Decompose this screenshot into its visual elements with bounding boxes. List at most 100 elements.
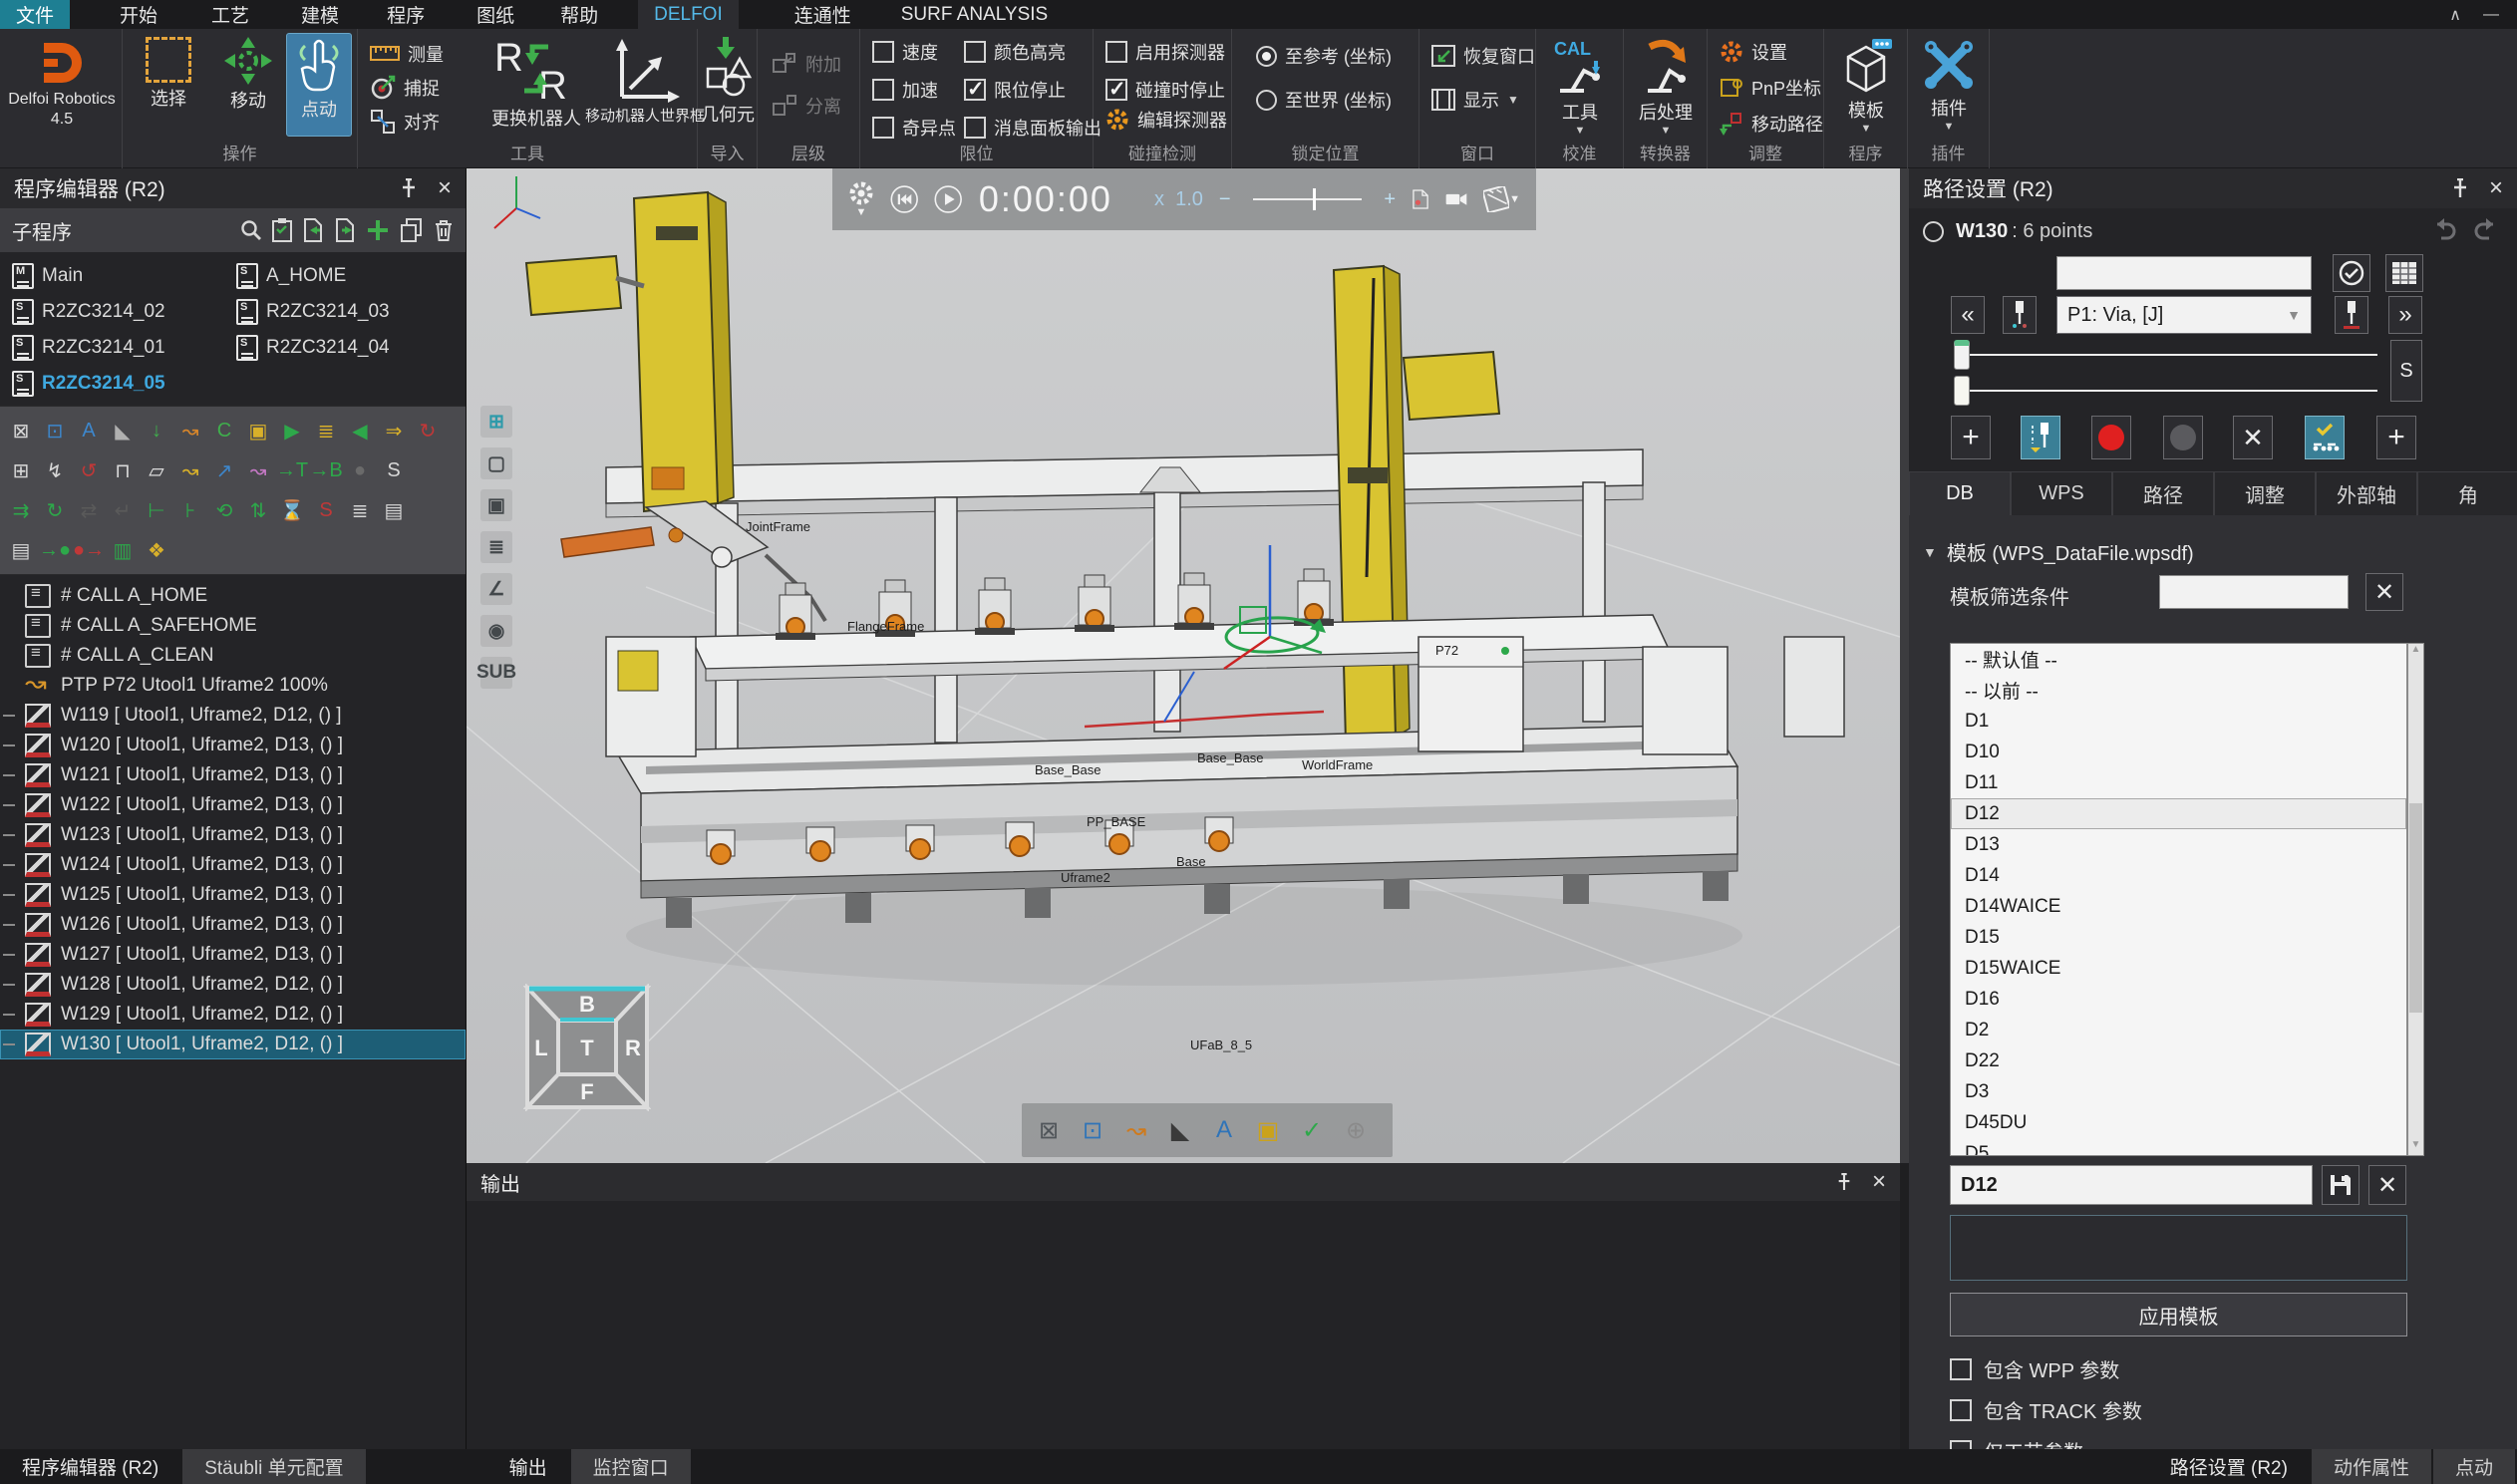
- playback-settings-button[interactable]: ▼: [848, 180, 874, 218]
- viewport-tool-icon[interactable]: ≣: [480, 531, 512, 563]
- template-description-box[interactable]: [1950, 1215, 2407, 1281]
- toolbar-icon[interactable]: ⊠: [6, 416, 36, 445]
- speed-slider-knob[interactable]: [1313, 188, 1316, 210]
- statement-row[interactable]: W125 [ Utool1, Uframe2, D13, () ]: [0, 880, 466, 910]
- add-point-after-button[interactable]: +: [2376, 416, 2416, 459]
- menu-item[interactable]: 文件: [0, 0, 70, 29]
- teach-point-button[interactable]: [2021, 416, 2060, 459]
- template-list-item[interactable]: D1: [1951, 706, 2406, 737]
- toolbar-icon[interactable]: ◀: [345, 416, 375, 445]
- viewport-tool-icon[interactable]: ▣: [480, 489, 512, 521]
- toolbar-icon[interactable]: ↗: [209, 455, 239, 485]
- toolbar-icon[interactable]: ▣: [243, 416, 273, 445]
- viewport-tool-icon[interactable]: ∠: [480, 573, 512, 605]
- subprogram-item[interactable]: S R2ZC3214_03: [228, 296, 453, 328]
- toolbar-icon[interactable]: ≣: [311, 416, 341, 445]
- viewport-action-icon[interactable]: ⊕: [1337, 1111, 1375, 1149]
- move-button[interactable]: 移动: [212, 33, 284, 113]
- toolbar-icon[interactable]: ⌛: [277, 495, 307, 525]
- pin-icon[interactable]: [2451, 178, 2469, 198]
- template-list-item[interactable]: D14WAICE: [1951, 891, 2406, 922]
- radio[interactable]: [1256, 46, 1277, 67]
- limit-checkbox-row[interactable]: 加速: [872, 75, 956, 105]
- template-list-item[interactable]: D45DU: [1951, 1107, 2406, 1138]
- menu-item[interactable]: 工艺: [195, 0, 265, 29]
- snap-button[interactable]: 捕捉: [370, 73, 440, 103]
- toolbar-icon[interactable]: →●: [40, 535, 70, 565]
- tab[interactable]: 调整: [2214, 471, 2316, 515]
- template-list-item[interactable]: D10: [1951, 737, 2406, 767]
- add-point-before-button[interactable]: +: [1951, 416, 1991, 459]
- close-icon[interactable]: ×: [1872, 1172, 1886, 1192]
- bottom-tab[interactable]: 程序编辑器 (R2): [0, 1449, 180, 1484]
- statement-row[interactable]: # CALL A_HOME: [0, 581, 466, 611]
- template-list-item[interactable]: D3: [1951, 1076, 2406, 1107]
- collision-checkbox-row[interactable]: 碰撞时停止: [1105, 75, 1225, 105]
- limit-checkbox-row[interactable]: 限位停止: [964, 75, 1101, 105]
- toolbar-icon[interactable]: ↯: [40, 455, 70, 485]
- viewport-action-icon[interactable]: ▣: [1249, 1111, 1287, 1149]
- close-icon[interactable]: ×: [2489, 178, 2503, 198]
- speed-decrease-icon[interactable]: −: [1219, 188, 1231, 211]
- template-option-row[interactable]: 包含 WPP 参数: [1950, 1354, 2142, 1383]
- move-path-button[interactable]: 移动路径: [1720, 109, 1823, 139]
- template-list-item[interactable]: D14: [1951, 860, 2406, 891]
- plugin-button[interactable]: 插件 ▼: [1917, 33, 1981, 131]
- menu-item[interactable]: 程序: [371, 0, 441, 29]
- template-list-item[interactable]: D15: [1951, 922, 2406, 953]
- toolbar-icon[interactable]: ↵: [108, 495, 138, 525]
- toolbar-icon[interactable]: →B: [311, 455, 341, 485]
- viewport-action-icon[interactable]: ⊠: [1030, 1111, 1068, 1149]
- view-cube[interactable]: B L T R F: [523, 984, 651, 1111]
- toolbar-icon[interactable]: ●→: [74, 535, 104, 565]
- align-button[interactable]: 对齐: [370, 107, 440, 137]
- tab[interactable]: 路径: [2112, 471, 2214, 515]
- template-option-row[interactable]: 包含 TRACK 参数: [1950, 1395, 2142, 1424]
- tab[interactable]: DB: [1909, 471, 2011, 515]
- statement-row[interactable]: W119 [ Utool1, Uframe2, D12, () ]: [0, 701, 466, 731]
- scroll-up-icon[interactable]: ▲: [2408, 644, 2423, 660]
- toolbar-icon[interactable]: ▶: [277, 416, 307, 445]
- scroll-down-icon[interactable]: ▼: [2408, 1139, 2423, 1155]
- toolbar-icon[interactable]: ⊢: [142, 495, 171, 525]
- toolbar-icon[interactable]: →T: [277, 455, 307, 485]
- toolbar-icon[interactable]: ↝: [175, 455, 205, 485]
- statement-row[interactable]: W129 [ Utool1, Uframe2, D12, () ]: [0, 1000, 466, 1030]
- toolbar-icon[interactable]: ↻: [40, 495, 70, 525]
- toolbar-icon[interactable]: C: [209, 416, 239, 445]
- toolbar-icon[interactable]: ↺: [74, 455, 104, 485]
- toolbar-icon[interactable]: ●: [345, 455, 375, 485]
- jump-to-point-button[interactable]: [2003, 296, 2037, 334]
- tab[interactable]: 外部轴: [2316, 471, 2417, 515]
- film-strip-button[interactable]: ▼: [1483, 186, 1520, 212]
- search-icon[interactable]: [240, 219, 262, 241]
- tab[interactable]: 角: [2417, 471, 2517, 515]
- toolbar-icon[interactable]: ⇅: [243, 495, 273, 525]
- restore-window-button[interactable]: 恢复窗口: [1431, 41, 1535, 71]
- checkbox[interactable]: [872, 79, 894, 101]
- toolbar-icon[interactable]: ▥: [108, 535, 138, 565]
- menu-item[interactable]: 连通性: [779, 0, 867, 29]
- template-button[interactable]: 模板 ▼: [1834, 33, 1898, 133]
- checkbox[interactable]: [872, 41, 894, 63]
- toolbar-icon[interactable]: S: [379, 455, 409, 485]
- statement-row[interactable]: W128 [ Utool1, Uframe2, D12, () ]: [0, 970, 466, 1000]
- settings-button[interactable]: 设置: [1720, 37, 1787, 67]
- lock-radio-row[interactable]: 至世界 (坐标): [1256, 85, 1392, 115]
- statement-row[interactable]: W123 [ Utool1, Uframe2, D13, () ]: [0, 820, 466, 850]
- template-list-item[interactable]: D5: [1951, 1138, 2406, 1156]
- toolbar-icon[interactable]: ▤: [6, 535, 36, 565]
- close-icon[interactable]: ×: [438, 178, 452, 198]
- undo-icon[interactable]: [2431, 216, 2457, 242]
- attach-button[interactable]: 附加: [772, 49, 841, 79]
- viewport-tool-icon[interactable]: ⊞: [480, 406, 512, 438]
- path-slider-2-knob[interactable]: [1954, 376, 1970, 406]
- viewport-3d[interactable]: ▼ 0:00:00 x 1.0 − + ▼ ⊞▢▣≣∠◉SUB JointFra…: [467, 168, 1900, 1163]
- statement-row[interactable]: W127 [ Utool1, Uframe2, D13, () ]: [0, 940, 466, 970]
- menu-item[interactable]: DELFOI: [638, 0, 739, 29]
- speed-increase-icon[interactable]: +: [1384, 188, 1396, 211]
- toolbar-icon[interactable]: ▱: [142, 455, 171, 485]
- template-list-item[interactable]: D15WAICE: [1951, 953, 2406, 984]
- template-filter-input[interactable]: [2159, 575, 2349, 609]
- delete-point-button[interactable]: ✕: [2233, 416, 2273, 459]
